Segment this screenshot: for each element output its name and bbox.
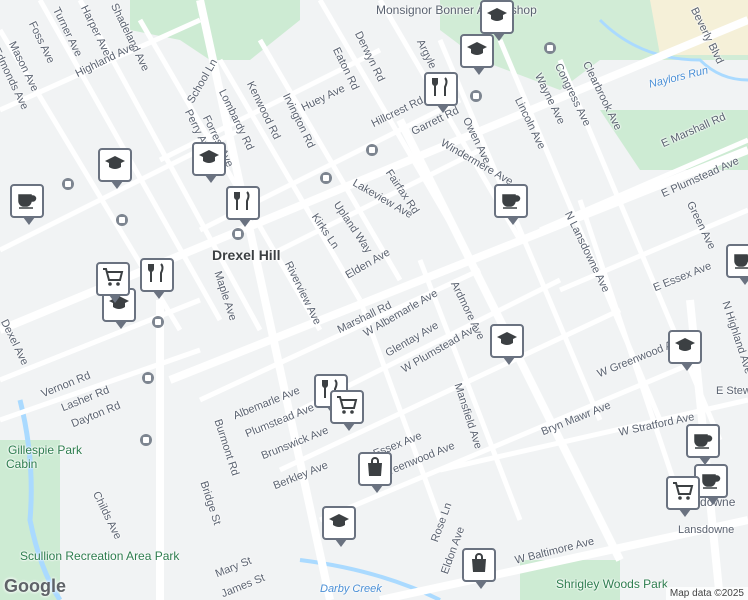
grocery-pin[interactable]	[666, 476, 700, 517]
restaurant-icon	[145, 261, 169, 290]
shopping-pin[interactable]	[358, 452, 392, 493]
school-pin[interactable]	[322, 506, 356, 547]
poi-dot[interactable]	[142, 372, 154, 384]
google-logo: Google	[4, 576, 66, 596]
shopping-pin[interactable]	[462, 548, 496, 589]
poi-dot[interactable]	[62, 178, 74, 190]
park-label: Scullion Recreation Area Park	[20, 549, 180, 563]
restaurant-pin[interactable]	[140, 258, 174, 299]
school-icon	[495, 327, 519, 356]
poi-dot[interactable]	[320, 172, 332, 184]
cafe-pin[interactable]	[726, 244, 748, 285]
shopping-bag-icon	[363, 455, 387, 484]
shopping-bag-icon	[467, 551, 491, 580]
restaurant-pin[interactable]	[424, 72, 458, 113]
school-pin[interactable]	[480, 0, 514, 41]
school-icon	[465, 37, 489, 66]
park-label: Gillespie Park	[8, 443, 83, 457]
cafe-pin[interactable]	[494, 184, 528, 225]
restaurant-icon	[429, 75, 453, 104]
cafe-pin[interactable]	[686, 424, 720, 465]
grocery-pin[interactable]	[330, 390, 364, 431]
restaurant-icon	[231, 189, 255, 218]
school-pin[interactable]	[460, 34, 494, 75]
poi-dot[interactable]	[470, 90, 482, 102]
poi-dot[interactable]	[152, 316, 164, 328]
park-label: Cabin	[6, 457, 38, 471]
school-icon	[103, 151, 127, 180]
school-pin[interactable]	[98, 148, 132, 189]
school-icon	[673, 333, 697, 362]
poi-dot[interactable]	[366, 144, 378, 156]
restaurant-pin[interactable]	[226, 186, 260, 227]
park-label: Shrigley Woods Park	[556, 577, 668, 591]
poi-dot[interactable]	[544, 42, 556, 54]
water-label: Darby Creek	[320, 583, 382, 595]
school-icon	[197, 145, 221, 174]
cafe-pin[interactable]	[10, 184, 44, 225]
school-icon	[327, 509, 351, 538]
poi-dot[interactable]	[116, 214, 128, 226]
grocery-icon	[671, 479, 695, 508]
poi-dot[interactable]	[140, 434, 152, 446]
school-pin[interactable]	[668, 330, 702, 371]
map-canvas[interactable]: Shadeland Ave Harper Ave Turner Ave Foss…	[0, 0, 748, 600]
grocery-pin[interactable]	[96, 262, 130, 303]
cafe-icon	[499, 187, 523, 216]
school-icon	[485, 3, 509, 32]
poi-dot[interactable]	[232, 228, 244, 240]
street-label: Lansdowne	[678, 524, 735, 536]
grocery-icon	[335, 393, 359, 422]
map-attribution[interactable]: Map data ©2025	[665, 587, 748, 600]
school-pin[interactable]	[490, 324, 524, 365]
cafe-icon	[731, 247, 748, 276]
grocery-icon	[101, 265, 125, 294]
town-label: Drexel Hill	[212, 247, 281, 263]
cafe-icon	[15, 187, 39, 216]
street-label: E Stew	[716, 385, 748, 397]
cafe-icon	[691, 427, 715, 456]
school-pin[interactable]	[192, 142, 226, 183]
cafe-icon	[699, 467, 723, 496]
